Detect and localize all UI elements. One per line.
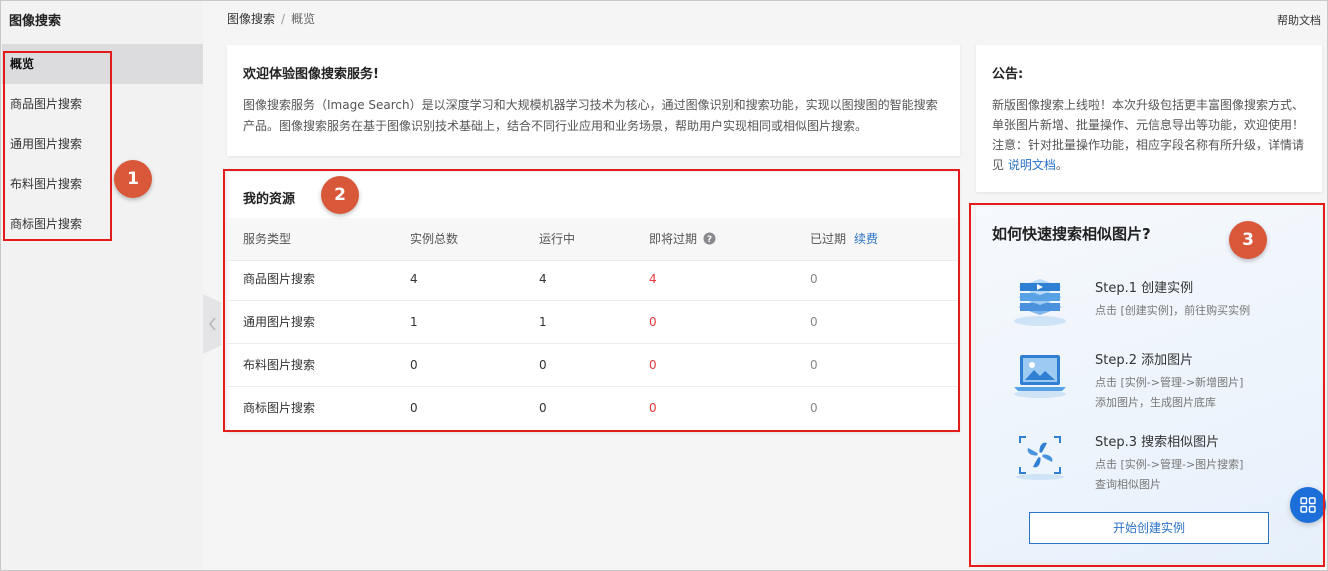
table-cell-expiring: 4 [649, 272, 657, 286]
table-cell-expired: 0 [810, 272, 818, 286]
table-cell-service: 布料图片搜索 [243, 358, 316, 372]
breadcrumb-separator: / [281, 12, 286, 26]
sidebar-title: 图像搜索 [9, 14, 62, 29]
step-description-line: 添加图片，生成图片底库 [1095, 396, 1216, 409]
table-cell-expiring: 0 [649, 401, 657, 415]
table-row: 商品图片搜索 4 4 4 0 [227, 258, 960, 301]
column-header: 已过期 [810, 232, 847, 246]
table-cell-service: 商品图片搜索 [243, 272, 316, 286]
start-create-instance-button[interactable]: 开始创建实例 [1029, 512, 1269, 544]
step-description: 点击 [创建实例]，前往购买实例 [1095, 304, 1251, 317]
notice-docs-link[interactable]: 说明文档 [1008, 158, 1056, 172]
help-circle-icon[interactable]: ? [703, 232, 716, 245]
welcome-description: 图像搜索服务（Image Search）是以深度学习和大规模机器学习技术为核心，… [243, 98, 938, 133]
notice-card: 公告: 新版图像搜索上线啦！本次升级包括更丰富图像搜索方式、单张图片新增、批量操… [976, 45, 1322, 192]
table-cell-total: 0 [410, 358, 418, 372]
table-row: 布料图片搜索 0 0 0 0 [227, 344, 960, 387]
table-row: 通用图片搜索 1 1 0 0 [227, 301, 960, 344]
column-header: 即将过期 [649, 232, 698, 246]
notice-title: 公告: [992, 67, 1024, 82]
table-cell-running: 0 [539, 401, 547, 415]
table-cell-running: 0 [539, 358, 547, 372]
breadcrumb-current: 概览 [291, 12, 316, 26]
floating-apps-button[interactable] [1290, 487, 1326, 523]
annotation-badge-3: 3 [1229, 221, 1267, 259]
step-description: 点击 [实例->管理->图片搜索] 查询相似图片 [1095, 455, 1243, 495]
step-description-line: 点击 [实例->管理->新增图片] [1095, 376, 1244, 389]
table-cell-running: 1 [539, 315, 547, 329]
table-cell-expired: 0 [810, 358, 818, 372]
welcome-card: 欢迎体验图像搜索服务! 图像搜索服务（Image Search）是以深度学习和大… [227, 45, 960, 156]
step-title: Step.3 搜索相似图片 [1095, 435, 1220, 450]
step-title: Step.1 创建实例 [1095, 281, 1194, 296]
step-description: 点击 [实例->管理->新增图片] 添加图片，生成图片底库 [1095, 373, 1243, 413]
annotation-badge-2: 2 [321, 176, 359, 214]
annotation-badge-1: 1 [114, 160, 152, 198]
table-cell-running: 4 [539, 272, 547, 286]
resources-title: 我的资源 [243, 192, 296, 207]
scan-pinwheel-icon [1016, 436, 1064, 480]
server-stack-icon [1014, 279, 1066, 326]
table-header-row: 服务类型 实例总数 运行中 即将过期? 已过期 续费 [227, 218, 960, 261]
welcome-title: 欢迎体验图像搜索服务! [243, 67, 379, 82]
sidebar-item-overview[interactable]: 概览 [2, 44, 203, 84]
renew-link[interactable]: 续费 [854, 232, 878, 246]
table-cell-expiring: 0 [649, 358, 657, 372]
notice-body: 新版图像搜索上线啦！本次升级包括更丰富图像搜索方式、单张图片新增、批量操作、元信… [992, 95, 1306, 175]
step-description-line: 查询相似图片 [1095, 478, 1161, 491]
sidebar-collapse-handle[interactable] [203, 294, 221, 354]
guide-title: 如何快速搜索相似图片? [992, 225, 1151, 243]
table-cell-expired: 0 [810, 315, 818, 329]
sidebar-item-fabric-search[interactable]: 布料图片搜索 [2, 164, 203, 204]
table-cell-expiring: 0 [649, 315, 657, 329]
column-header: 服务类型 [243, 232, 292, 246]
breadcrumb: 图像搜索 / 概览 [227, 10, 315, 27]
laptop-image-icon [1014, 355, 1066, 398]
column-header: 实例总数 [410, 232, 459, 246]
sidebar: 图像搜索 概览 商品图片搜索 通用图片搜索 布料图片搜索 商标图片搜索 [1, 1, 203, 570]
column-header: 运行中 [539, 232, 576, 246]
sidebar-item-product-search[interactable]: 商品图片搜索 [2, 84, 203, 124]
column-header-expiring: 即将过期? [649, 218, 716, 261]
table-cell-total: 0 [410, 401, 418, 415]
sidebar-item-generic-search[interactable]: 通用图片搜索 [2, 124, 203, 164]
table-row: 商标图片搜索 0 0 0 0 [227, 387, 960, 430]
help-docs-link[interactable]: 帮助文档 [1277, 12, 1321, 28]
table-cell-total: 4 [410, 272, 418, 286]
quick-guide-card: 如何快速搜索相似图片? Step.1 创建实例 点击 [创建实例]，前往购买实例… [976, 207, 1322, 563]
step-description-line: 点击 [实例->管理->图片搜索] [1095, 458, 1244, 471]
table-cell-expired: 0 [810, 401, 818, 415]
step-title: Step.2 添加图片 [1095, 353, 1194, 368]
table-cell-service: 通用图片搜索 [243, 315, 316, 329]
breadcrumb-root[interactable]: 图像搜索 [227, 12, 275, 26]
column-header-expired: 已过期 续费 [810, 218, 878, 261]
notice-tail: 。 [1055, 158, 1068, 172]
chevron-left-icon [208, 317, 216, 331]
svg-text:?: ? [707, 235, 712, 245]
sidebar-item-logo-search[interactable]: 商标图片搜索 [2, 204, 203, 244]
grid-apps-icon [1300, 497, 1316, 513]
table-cell-service: 商标图片搜索 [243, 401, 316, 415]
table-cell-total: 1 [410, 315, 418, 329]
